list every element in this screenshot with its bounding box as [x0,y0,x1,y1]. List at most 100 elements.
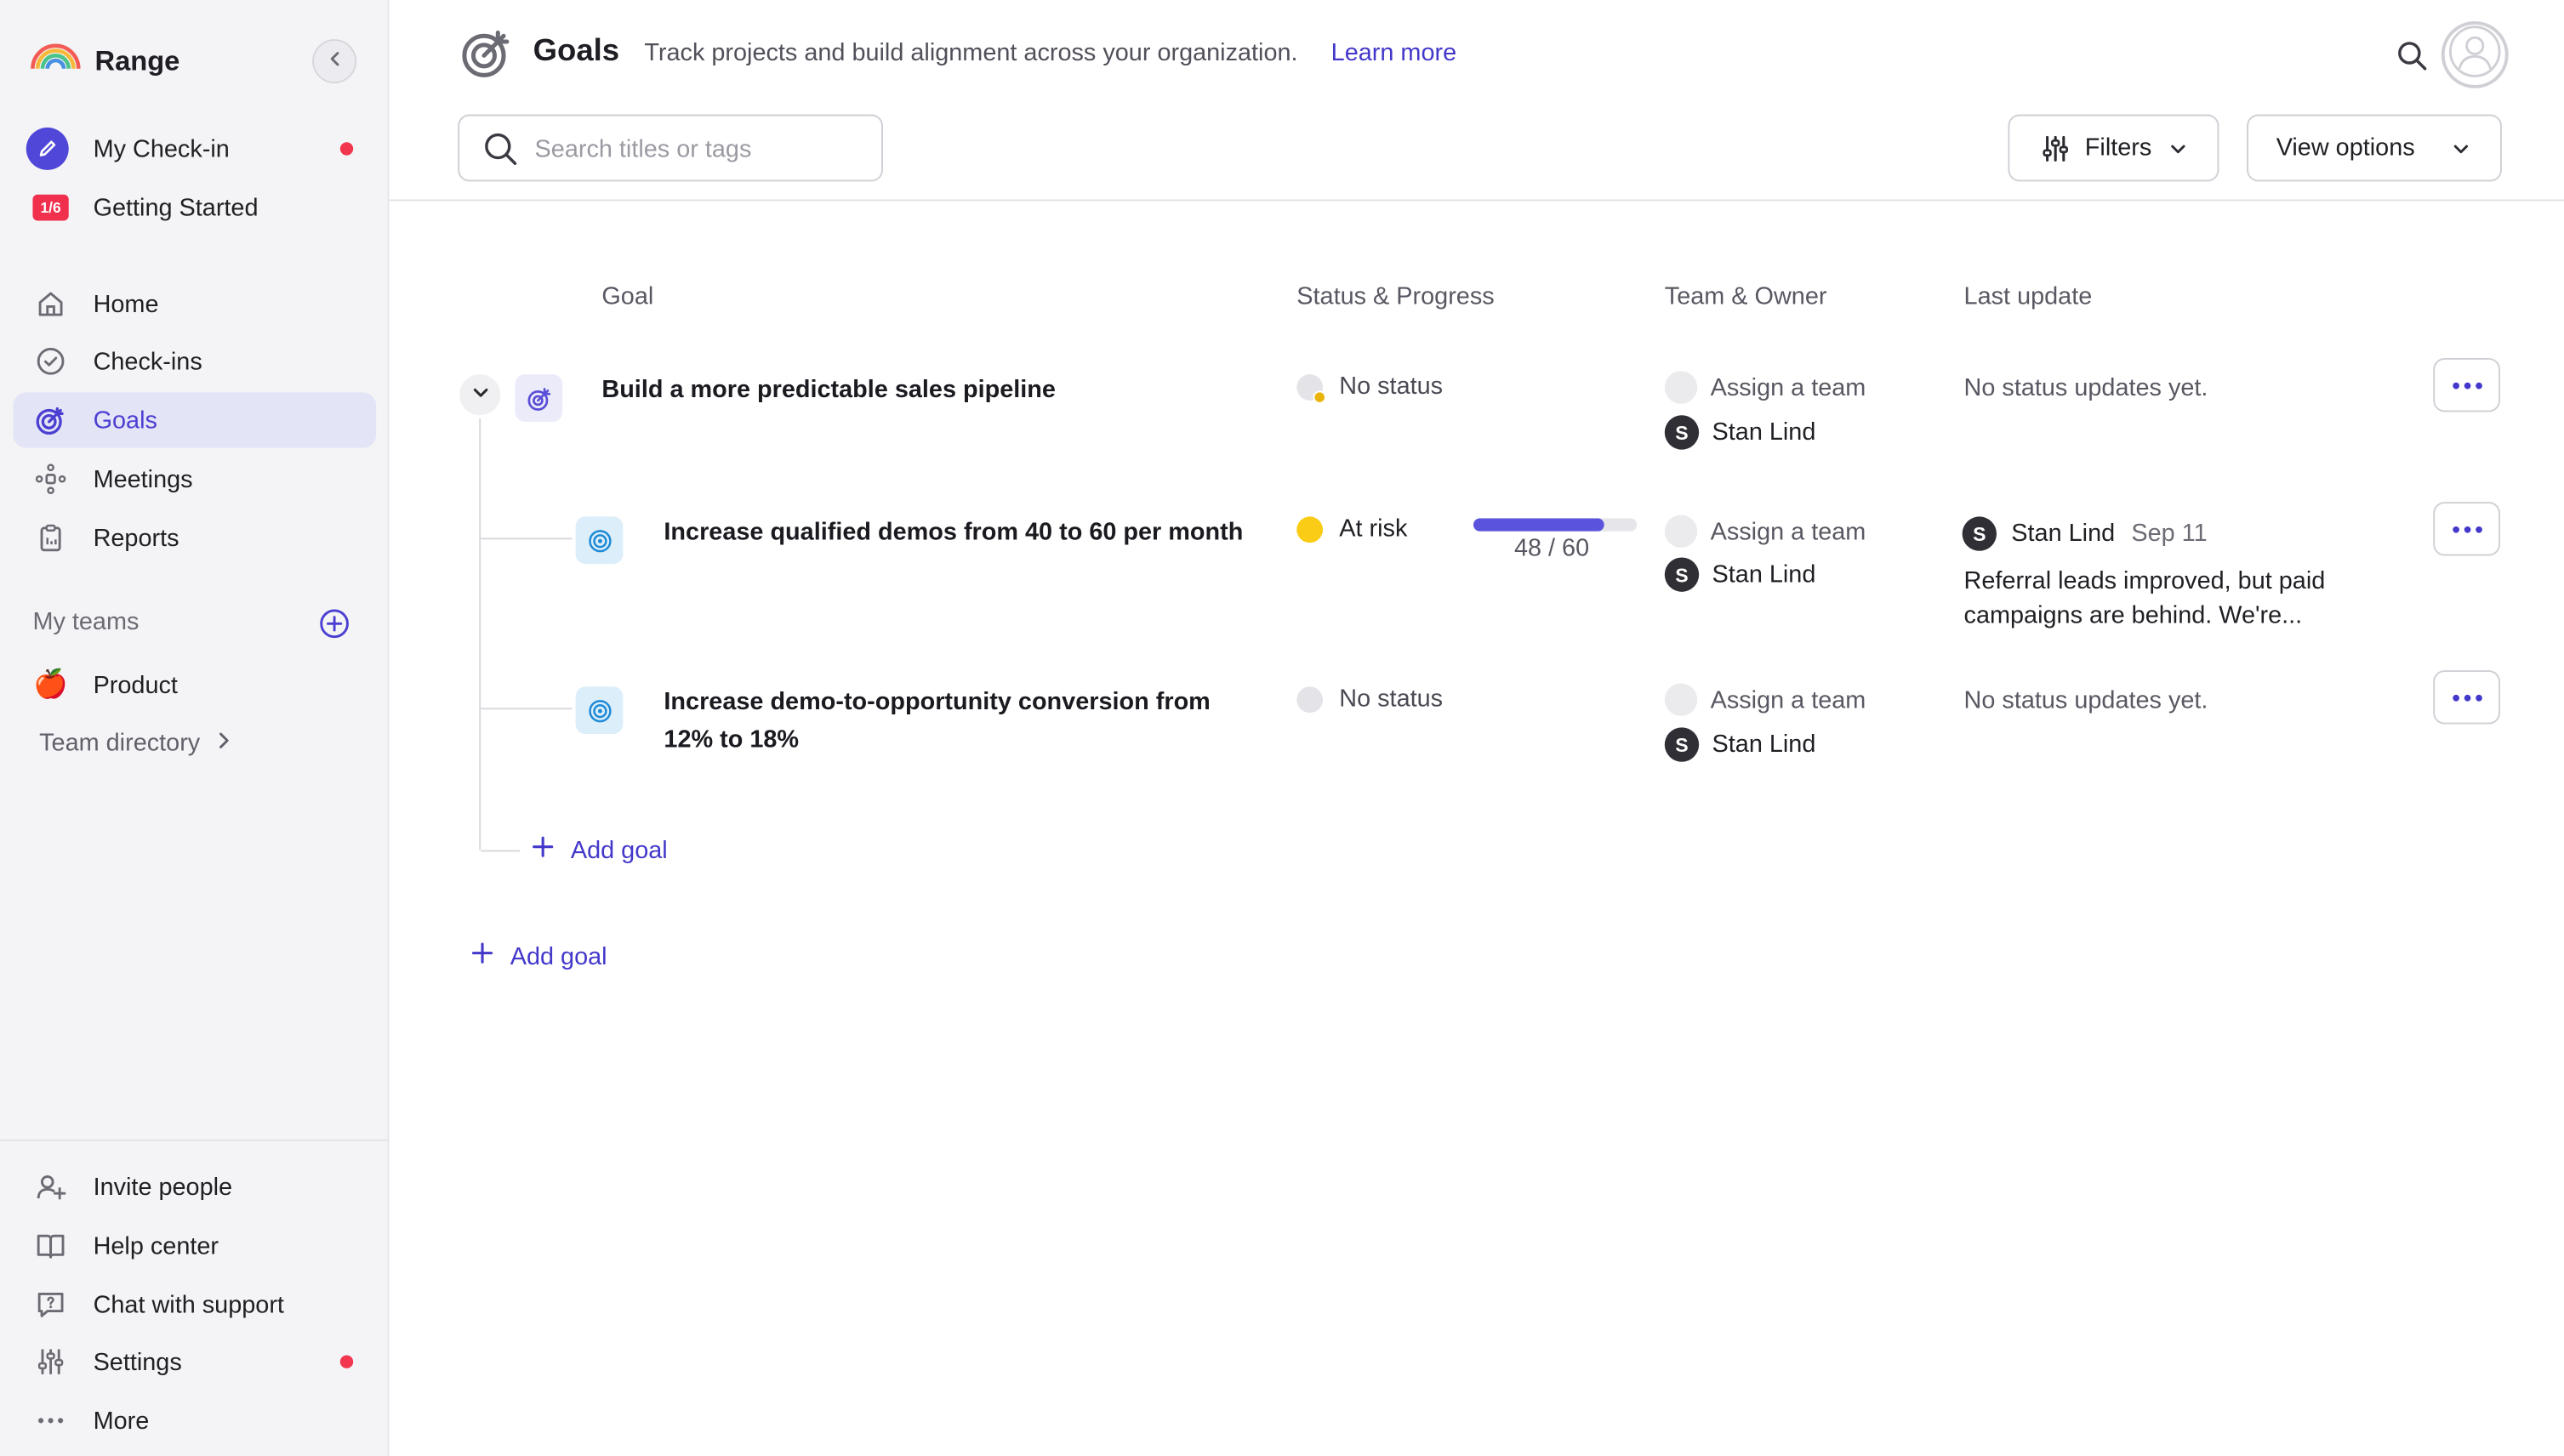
more-dots-icon [32,1402,68,1438]
notification-dot [339,142,354,156]
chat-question-icon [32,1287,68,1322]
assign-team-label: Assign a team [1710,685,1866,714]
assign-team-label: Assign a team [1710,517,1866,546]
status-label: No status [1339,685,1444,714]
sidebar-divider [0,1139,390,1141]
add-goal-label: Add goal [570,836,668,864]
team-placeholder-icon [1664,371,1698,404]
goal-title[interactable]: Increase demo-to-opportunity conversion … [664,683,1252,758]
goals-target-icon [32,402,68,438]
owner-name: Stan Lind [1712,560,1816,589]
search-input[interactable] [534,132,862,166]
goal-owner[interactable]: S Stan Lind [1664,415,1816,450]
page-subtitle: Track projects and build alignment acros… [644,39,1298,67]
search-field[interactable] [458,114,883,182]
brand[interactable]: Range [30,39,180,83]
chevron-down-icon [2168,137,2188,165]
learn-more-link[interactable]: Learn more [1331,39,1456,67]
getting-started-badge: 1/6 [32,194,69,221]
team-directory-label: Team directory [39,729,201,757]
status-label: At risk [1339,515,1408,543]
more-dots-icon [2452,525,2481,532]
search-icon[interactable] [2396,39,2428,80]
owner-name: Stan Lind [1712,418,1816,446]
add-person-icon [32,1169,68,1204]
filters-button[interactable]: Filters [2008,114,2219,182]
goal-status[interactable]: At risk [1296,515,1407,543]
view-options-button[interactable]: View options [2247,114,2502,182]
goal-status[interactable]: No status [1296,373,1443,403]
clipboard-icon [32,520,68,555]
update-excerpt[interactable]: Referral leads improved, but paid campai… [1964,564,2390,633]
pencil-icon [26,127,69,170]
at-risk-dot-icon [1296,515,1324,543]
user-silhouette-icon [2448,24,2502,86]
goal-owner[interactable]: S Stan Lind [1664,727,1815,762]
goal-owner[interactable]: S Stan Lind [1664,557,1816,592]
sidebar-item-label: More [93,1407,150,1435]
sidebar-item-invite-people[interactable]: Invite people [13,1159,376,1214]
team-placeholder-icon [1664,515,1698,548]
collapse-row-button[interactable] [459,374,501,416]
sidebar-item-help-center[interactable]: Help center [13,1218,376,1273]
sidebar: Range My Check-in 1/6 Getting Started Ho… [0,0,390,1456]
chevron-right-icon [216,729,232,757]
sidebar-item-home[interactable]: Home [13,276,376,332]
assign-team-button[interactable]: Assign a team [1664,371,1866,404]
assign-team-button[interactable]: Assign a team [1664,683,1866,716]
more-dots-icon [2452,381,2481,389]
sidebar-item-meetings[interactable]: Meetings [13,452,376,507]
filters-label: Filters [2084,134,2152,162]
row-more-button[interactable] [2433,502,2501,556]
search-icon [482,131,518,175]
avatar: S [1962,516,1997,551]
sidebar-item-my-check-in[interactable]: My Check-in [13,121,376,176]
assign-team-label: Assign a team [1710,373,1866,401]
row-more-button[interactable] [2433,670,2501,725]
assign-team-button[interactable]: Assign a team [1664,515,1866,548]
sidebar-item-more[interactable]: More [13,1393,376,1448]
parent-goal-icon [515,374,563,422]
sidebar-item-label: Meetings [93,464,193,493]
my-teams-heading: My teams [32,608,140,636]
update-author[interactable]: S Stan Lind Sep 11 [1962,516,2208,551]
sliders-icon [32,1344,68,1379]
tree-connector-line [481,537,573,540]
sidebar-item-label: Product [93,671,178,699]
goal-target-icon [575,686,624,735]
avatar: S [1664,557,1700,592]
team-directory-link[interactable]: Team directory [39,729,233,757]
sidebar-item-reports[interactable]: Reports [13,510,376,566]
tree-connector-line [481,850,521,852]
last-update-text: No status updates yet. [1963,686,2208,714]
collapse-sidebar-button[interactable] [312,39,357,84]
sidebar-item-settings[interactable]: Settings [13,1334,376,1390]
goal-target-icon [575,516,624,565]
goal-title[interactable]: Increase qualified demos from 40 to 60 p… [664,514,1268,551]
range-logo-icon [30,39,83,83]
progress-value: 48 / 60 [1513,534,1590,563]
add-team-icon[interactable] [319,608,350,640]
column-header-goal: Goal [601,282,654,311]
sidebar-item-label: Check-ins [93,347,202,376]
tree-connector-line [481,708,573,710]
add-child-goal-button[interactable]: Add goal [532,835,668,865]
notification-dot [339,1355,354,1368]
book-icon [32,1228,68,1264]
goal-title[interactable]: Build a more predictable sales pipeline [601,371,1256,408]
sidebar-item-chat-with-support[interactable]: Chat with support [13,1277,376,1332]
sidebar-item-team-product[interactable]: 🍎 Product [13,657,376,713]
chevron-down-icon [2451,137,2470,165]
avatar: S [1664,415,1700,450]
sidebar-item-getting-started[interactable]: 1/6 Getting Started [13,179,376,235]
add-goal-button[interactable]: Add goal [471,941,607,971]
update-date: Sep 11 [2131,520,2208,548]
sidebar-item-check-ins[interactable]: Check-ins [13,333,376,389]
goal-status[interactable]: No status [1296,685,1443,713]
user-avatar[interactable] [2441,20,2509,88]
home-icon [32,286,68,321]
goals-header-icon [459,26,515,90]
sidebar-item-goals[interactable]: Goals [13,392,377,448]
row-more-button[interactable] [2433,357,2501,412]
more-dots-icon [2452,693,2481,701]
